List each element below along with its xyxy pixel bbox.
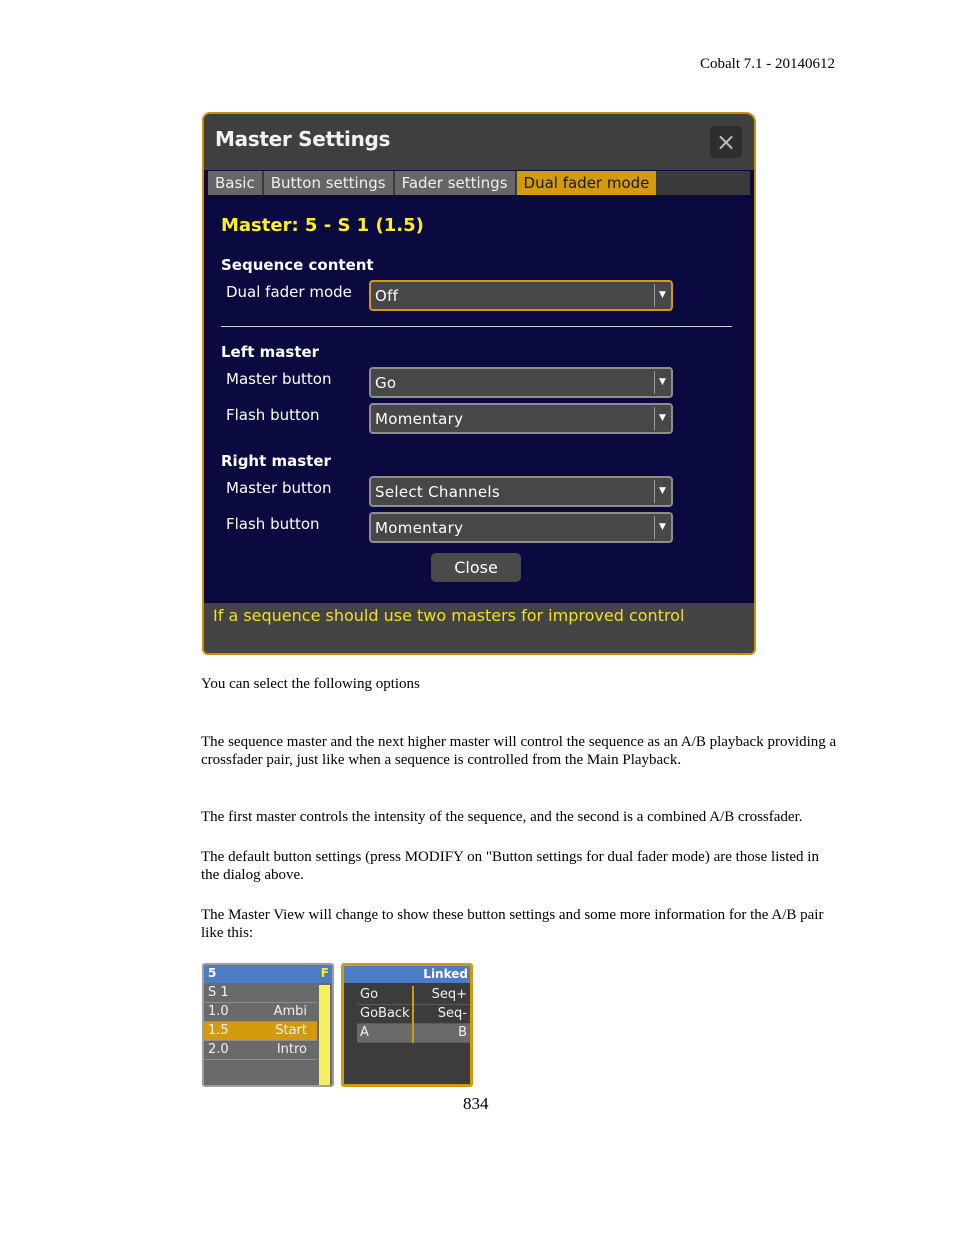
- master-number: 5: [208, 966, 217, 980]
- left-flash-button-select[interactable]: Momentary ▼: [369, 403, 673, 434]
- status-bar: If a sequence should use two masters for…: [204, 603, 754, 653]
- tab-fader-settings[interactable]: Fader settings: [394, 171, 515, 195]
- linked-label: Linked: [423, 967, 468, 981]
- section-sequence-content: Sequence content: [221, 256, 374, 274]
- button-row: Go Seq+: [357, 986, 470, 1005]
- select-value: Momentary: [375, 519, 464, 537]
- separator: [412, 1005, 414, 1024]
- paragraph: You can select the following options: [201, 676, 420, 692]
- status-text: If a sequence should use two masters for…: [213, 606, 685, 625]
- dialog-titlebar: Master Settings ×: [204, 114, 754, 170]
- cue-row: 1.0 Ambi: [204, 1003, 317, 1022]
- cue-row: S 1: [204, 984, 317, 1003]
- cue-row: 2.0 Intro: [204, 1041, 317, 1060]
- page-header: Cobalt 7.1 - 20140612: [700, 56, 835, 72]
- tab-dual-fader-mode[interactable]: Dual fader mode: [516, 171, 657, 195]
- left-master-button-label: Master button: [226, 370, 332, 388]
- ab-row: A B: [357, 1024, 470, 1043]
- paragraph: The sequence master and the next higher …: [201, 734, 837, 768]
- right-master-button-select[interactable]: Select Channels ▼: [369, 476, 673, 507]
- left-master-button-select[interactable]: Go ▼: [369, 367, 673, 398]
- page-number: 834: [463, 1094, 489, 1113]
- linked-header: Linked: [344, 966, 470, 983]
- paragraph: The first master controls the intensity …: [201, 809, 803, 825]
- b-label: B: [458, 1025, 467, 1040]
- dual-fader-mode-select[interactable]: Off ▼: [369, 280, 673, 311]
- right-flash-button-label: Flash button: [226, 515, 320, 533]
- left-button-label: Go: [360, 987, 379, 1002]
- select-value: Go: [375, 374, 397, 392]
- right-button-label: Seq+: [431, 987, 467, 1002]
- select-value: Off: [375, 287, 399, 305]
- cue-name: Intro: [276, 1042, 307, 1057]
- cue-number: 1.0: [208, 1004, 229, 1019]
- section-right-master: Right master: [221, 452, 331, 470]
- master-header: 5 F: [204, 965, 332, 983]
- master-settings-dialog: Master Settings × Basic Button settings …: [202, 112, 756, 655]
- dual-fader-mode-label: Dual fader mode: [226, 283, 352, 301]
- close-icon[interactable]: ×: [710, 126, 742, 158]
- master-view-linked-panel: Linked Go Seq+ GoBack Seq- A B: [341, 963, 473, 1087]
- chevron-down-icon[interactable]: ▼: [654, 516, 670, 539]
- divider: [221, 326, 732, 327]
- separator: [412, 986, 414, 1005]
- select-value: Select Channels: [375, 483, 500, 501]
- tab-basic[interactable]: Basic: [208, 171, 262, 195]
- paragraph: The default button settings (press MODIF…: [201, 849, 819, 883]
- cue-name: Start: [275, 1023, 307, 1038]
- section-left-master: Left master: [221, 343, 320, 361]
- master-heading: Master: 5 - S 1 (1.5): [221, 215, 424, 236]
- chevron-down-icon[interactable]: ▼: [654, 371, 670, 394]
- button-row: GoBack Seq-: [357, 1005, 470, 1024]
- left-button-label: GoBack: [360, 1006, 410, 1021]
- cue-number: S 1: [208, 985, 229, 1000]
- right-master-button-label: Master button: [226, 479, 332, 497]
- cue-number: 2.0: [208, 1042, 229, 1057]
- tab-button-settings[interactable]: Button settings: [263, 171, 393, 195]
- fader-flag: F: [320, 966, 329, 980]
- tab-bar: Basic Button settings Fader settings Dua…: [208, 171, 750, 195]
- paragraph: The Master View will change to show thes…: [201, 907, 824, 941]
- dialog-title: Master Settings: [215, 127, 391, 151]
- cue-row-active: 1.5 Start: [204, 1022, 317, 1041]
- right-button-label: Seq-: [437, 1006, 467, 1021]
- select-value: Momentary: [375, 410, 464, 428]
- master-view-sequence-panel: 5 F S 1 1.0 Ambi 1.5 Start 2.0 Intro: [202, 963, 334, 1087]
- chevron-down-icon[interactable]: ▼: [654, 480, 670, 503]
- cue-name: Ambi: [273, 1004, 307, 1019]
- separator: [412, 1024, 414, 1043]
- left-flash-button-label: Flash button: [226, 406, 320, 424]
- chevron-down-icon[interactable]: ▼: [654, 407, 670, 430]
- right-flash-button-select[interactable]: Momentary ▼: [369, 512, 673, 543]
- close-button[interactable]: Close: [431, 553, 521, 582]
- a-label: A: [360, 1025, 369, 1040]
- cue-number: 1.5: [208, 1023, 229, 1038]
- fader-level-bar: [319, 985, 330, 1085]
- chevron-down-icon[interactable]: ▼: [654, 284, 670, 307]
